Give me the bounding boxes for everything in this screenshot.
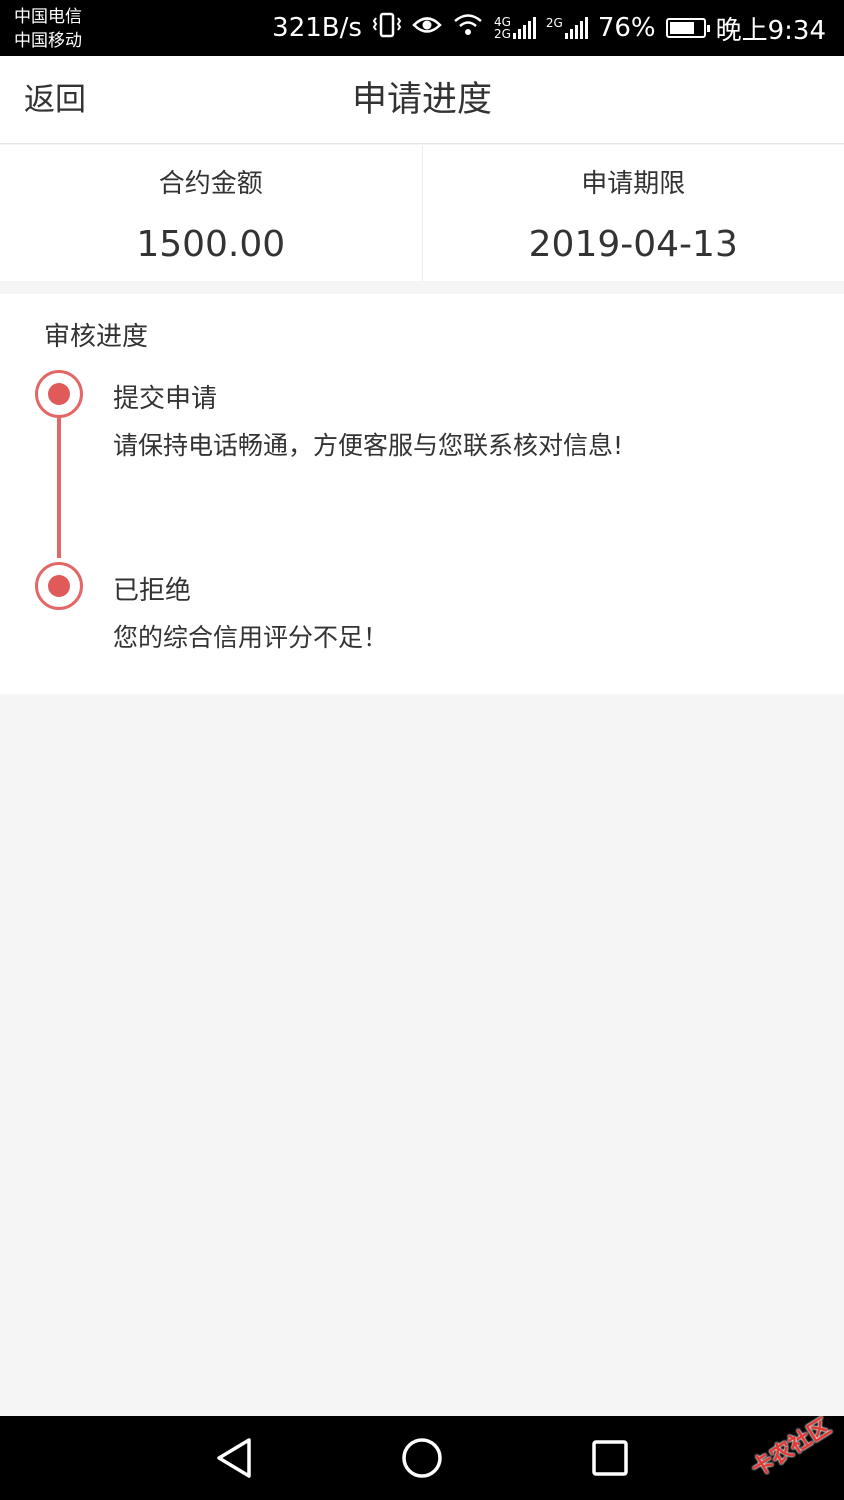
period-section: 申请期限 2019-04-13: [421, 145, 844, 281]
back-triangle-icon[interactable]: [210, 1434, 258, 1482]
vibrate-icon: [372, 12, 402, 45]
nav-bar: 卡农社区: [0, 1414, 844, 1500]
clock: 晚上9:34: [715, 15, 826, 46]
home-circle-icon[interactable]: [398, 1434, 446, 1482]
header: 返回 申请进度: [0, 56, 844, 144]
summary-panel: 合约金额 1500.00 申请期限 2019-04-13: [0, 145, 844, 281]
amount-label: 合约金额: [158, 169, 263, 199]
status-icons: 321B/s 4G 2G 2G 76% 晚上9:34: [272, 0, 826, 56]
step-desc: 您的综合信用评分不足！: [113, 623, 389, 652]
carrier-info: 中国电信 中国移动: [14, 5, 82, 53]
net-speed: 321B/s: [272, 13, 362, 43]
battery-icon: [665, 18, 710, 38]
amount-value: 1500.00: [136, 224, 286, 265]
amount-section: 合约金额 1500.00: [0, 145, 422, 281]
period-value: 2019-04-13: [528, 224, 738, 265]
watermark: 卡农社区: [747, 1414, 836, 1483]
signal-2g-icon: 2G: [546, 17, 588, 39]
recents-square-icon[interactable]: [586, 1434, 634, 1482]
carrier-2: 中国移动: [14, 31, 82, 51]
step-title: 已拒绝: [113, 576, 192, 606]
status-bar: 中国电信 中国移动 321B/s 4G 2G 2G 76% 晚上9:34: [0, 0, 844, 56]
progress-title: 审核进度: [44, 322, 149, 352]
period-label: 申请期限: [581, 169, 686, 199]
battery-percent: 76%: [597, 13, 656, 43]
step-desc: 请保持电话畅通，方便客服与您联系核对信息!: [113, 431, 624, 460]
timeline-line: [57, 418, 61, 558]
step-dot-icon: [35, 370, 83, 418]
step-dot-icon: [35, 562, 83, 610]
net-type-3: 2G: [545, 16, 563, 30]
carrier-1: 中国电信: [14, 7, 82, 27]
battery-fill: [669, 22, 694, 34]
eye-icon: [412, 13, 442, 43]
signal-4g-icon: 4G 2G: [494, 16, 536, 40]
net-type-2: 2G: [493, 27, 511, 41]
page-title: 申请进度: [351, 80, 492, 120]
step-title: 提交申请: [113, 384, 218, 414]
wifi-icon: [452, 12, 484, 45]
